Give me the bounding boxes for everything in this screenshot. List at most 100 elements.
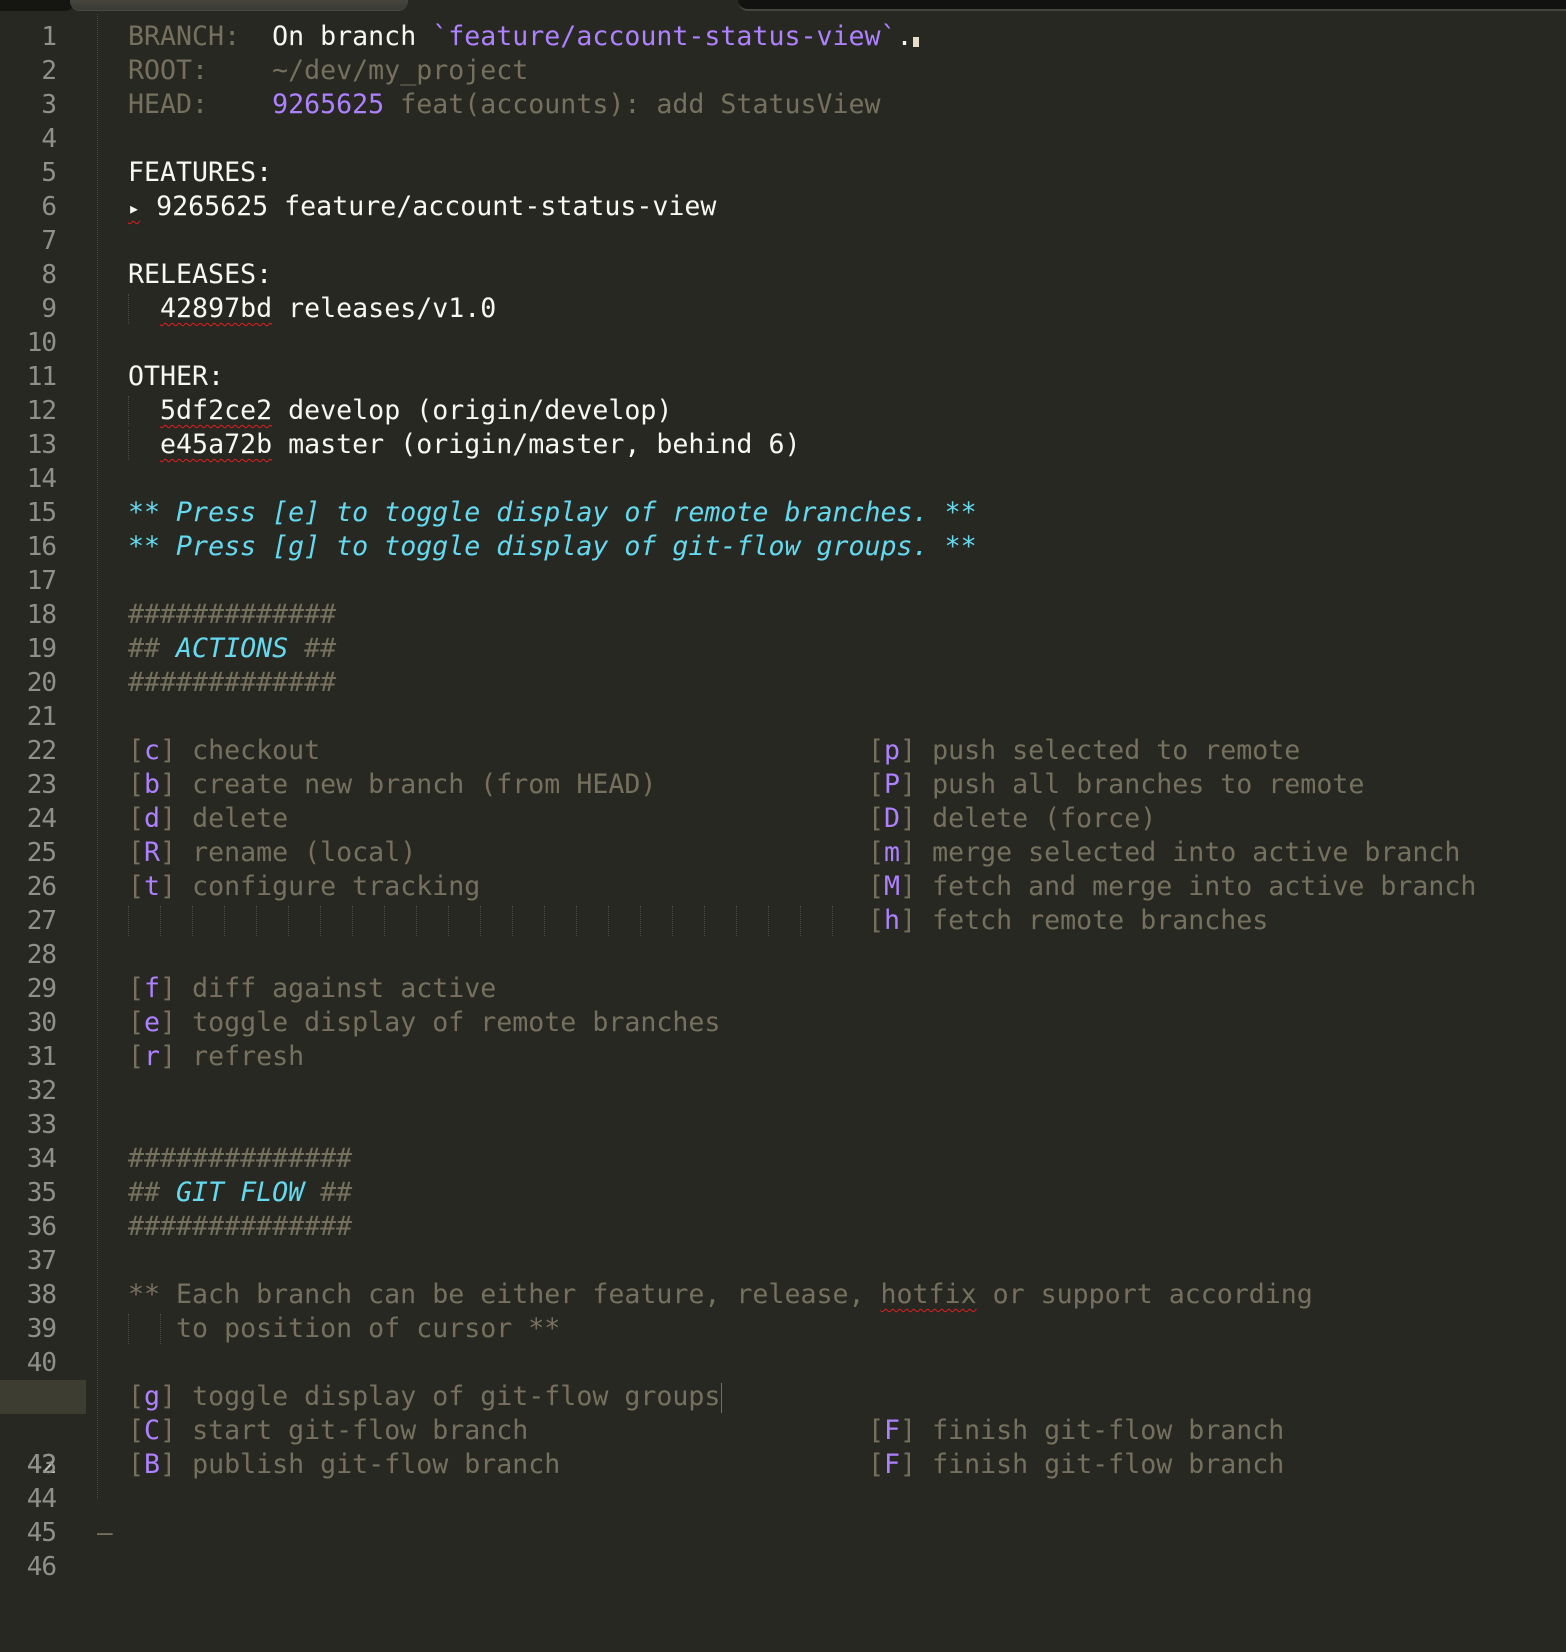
action-finish-gitflow[interactable]: [F] finish git-flow branch: [868, 1414, 1284, 1448]
branch-name: develop (origin/develop): [288, 395, 673, 426]
editor-line: 46 –: [0, 1516, 1566, 1582]
hint-close: **: [944, 531, 977, 562]
editor-line: 24 [b] create new branch (from HEAD) [P]…: [0, 768, 1566, 834]
action-refresh[interactable]: [r] refresh: [128, 1040, 304, 1074]
editor-line[interactable]: 10 42897bd releases/v1.0: [0, 292, 1566, 358]
action-push-selected[interactable]: [p] push selected to remote: [868, 734, 1300, 768]
indent-guide: [320, 906, 321, 936]
releases-heading: RELEASES:: [128, 259, 273, 290]
note-text: to position of cursor **: [176, 1313, 561, 1344]
action-fetch-remote[interactable]: [h] fetch remote branches: [868, 904, 1268, 938]
text-cursor: [721, 1382, 723, 1413]
action-key: R: [144, 837, 161, 868]
branch-prefix: On branch: [272, 21, 433, 52]
action-create-branch[interactable]: [b] create new branch (from HEAD): [128, 768, 656, 802]
indent-guide: [640, 906, 641, 936]
editor-view[interactable]: 1 2 BRANCH: On branch `feature/account-s…: [0, 3, 1566, 1582]
action-toggle-remote[interactable]: [e] toggle display of remote branches: [128, 1006, 720, 1040]
action-label: merge selected into active branch: [932, 837, 1461, 868]
indent-guide: [768, 906, 769, 936]
indent-guide: [288, 906, 289, 936]
action-label: start git-flow branch: [192, 1415, 529, 1446]
editor-line: 28 [h] fetch remote branches: [0, 904, 1566, 970]
action-label: delete: [192, 803, 289, 834]
actions-rule-top: #############: [128, 599, 337, 630]
branch-row-feature[interactable]: ▸ 9265625 feature/account-status-view: [128, 190, 716, 225]
action-key: b: [144, 769, 161, 800]
action-label: delete (force): [932, 803, 1157, 834]
indent-guide: [480, 906, 481, 936]
action-label: diff against active: [192, 973, 497, 1004]
indent-guide: [128, 906, 129, 936]
editor-line: 44 [B] publish git-flow branch [F] finis…: [0, 1448, 1566, 1514]
action-key: F: [884, 1415, 901, 1446]
action-key: r: [144, 1041, 161, 1072]
editor-line: 4 HEAD: 9265625 feat(accounts): add Stat…: [0, 88, 1566, 154]
gitflow-rule-top: ##############: [128, 1143, 353, 1174]
active-branch-marker-icon: ▸: [128, 196, 141, 220]
indent-guide: [448, 906, 449, 936]
head-hash: 9265625: [272, 89, 385, 120]
action-key: D: [884, 803, 901, 834]
editor-line: 27 [t] configure tracking [M] fetch and …: [0, 870, 1566, 936]
editor-line: 32 [r] refresh: [0, 1040, 1566, 1106]
action-label: fetch and merge into active branch: [932, 871, 1477, 902]
action-delete[interactable]: [d] delete: [128, 802, 288, 836]
hint-text: Press [g] to toggle display of git-flow …: [176, 531, 929, 562]
head-status-line: HEAD: 9265625 feat(accounts): add Status…: [128, 88, 881, 122]
editor-line[interactable]: 14 e45a72b master (origin/master, behind…: [0, 428, 1566, 494]
editor-line: 38: [0, 1244, 1566, 1310]
action-key: P: [884, 769, 901, 800]
action-diff[interactable]: [f] diff against active: [128, 972, 496, 1006]
actions-rule-bottom: #############: [128, 667, 337, 698]
action-fetch-merge[interactable]: [M] fetch and merge into active branch: [868, 870, 1476, 904]
editor-line: 30 [f] diff against active: [0, 972, 1566, 1038]
action-toggle-gitflow[interactable]: [g] toggle display of git-flow groups: [128, 1380, 723, 1414]
action-rename[interactable]: [R] rename (local): [128, 836, 416, 870]
action-label: checkout: [192, 735, 321, 766]
editor-line: 18: [0, 564, 1566, 630]
action-publish-gitflow[interactable]: [B] publish git-flow branch: [128, 1448, 560, 1482]
editor-line[interactable]: 7 ▸ 9265625 feature/account-status-view: [0, 190, 1566, 256]
editor-line: 9 RELEASES:: [0, 258, 1566, 324]
editor-line: 31 [e] toggle display of remote branches: [0, 1006, 1566, 1072]
indent-guide: [352, 906, 353, 936]
editor-line: 8: [0, 224, 1566, 290]
action-label: push all branches to remote: [932, 769, 1365, 800]
hint-close: **: [944, 497, 977, 528]
head-message: feat(accounts): add StatusView: [400, 89, 881, 120]
branch-row-release[interactable]: 42897bd releases/v1.0: [128, 292, 496, 326]
editor-line: 45: [0, 1482, 1566, 1548]
text-cursor: [912, 37, 919, 47]
action-push-all[interactable]: [P] push all branches to remote: [868, 768, 1364, 802]
editor-line: 26 [R] rename (local) [m] merge selected…: [0, 836, 1566, 902]
action-finish-gitflow[interactable]: [F] finish git-flow branch: [868, 1448, 1284, 1482]
editor-line: 6 FEATURES:: [0, 156, 1566, 222]
editor-line: 36 ## GIT FLOW ##: [0, 1176, 1566, 1242]
action-label: toggle display of remote branches: [192, 1007, 721, 1038]
branch-row-other[interactable]: e45a72b master (origin/master, behind 6): [128, 428, 800, 462]
action-key: m: [884, 837, 901, 868]
hint-gitflow-groups: ** Press [g] to toggle display of git-fl…: [128, 530, 977, 564]
editor-line: 20 ## ACTIONS ##: [0, 632, 1566, 698]
action-key: M: [884, 871, 901, 902]
editor-line: 37 ##############: [0, 1210, 1566, 1276]
editor-line: 35 ##############: [0, 1142, 1566, 1208]
note-text: or support according: [976, 1279, 1313, 1310]
action-start-gitflow[interactable]: [C] start git-flow branch: [128, 1414, 528, 1448]
action-key: e: [144, 1007, 161, 1038]
action-label: fetch remote branches: [932, 905, 1269, 936]
action-merge-selected[interactable]: [m] merge selected into active branch: [868, 836, 1460, 870]
indent-guide: [512, 906, 513, 936]
editor-line[interactable]: 13 5df2ce2 develop (origin/develop): [0, 394, 1566, 460]
indent-guide: [160, 906, 161, 936]
action-configure-tracking[interactable]: [t] configure tracking: [128, 870, 480, 904]
editor-line: 21 #############: [0, 666, 1566, 732]
gitflow-rule-bottom: ##############: [128, 1211, 353, 1242]
action-delete-force[interactable]: [D] delete (force): [868, 802, 1156, 836]
action-checkout[interactable]: [c] checkout: [128, 734, 320, 768]
line-number: 46: [26, 1552, 57, 1582]
branch-row-other[interactable]: 5df2ce2 develop (origin/develop): [128, 394, 672, 428]
editor-line: 2 BRANCH: On branch `feature/account-sta…: [0, 20, 1566, 86]
note-misspelled-word: hotfix: [880, 1279, 977, 1310]
